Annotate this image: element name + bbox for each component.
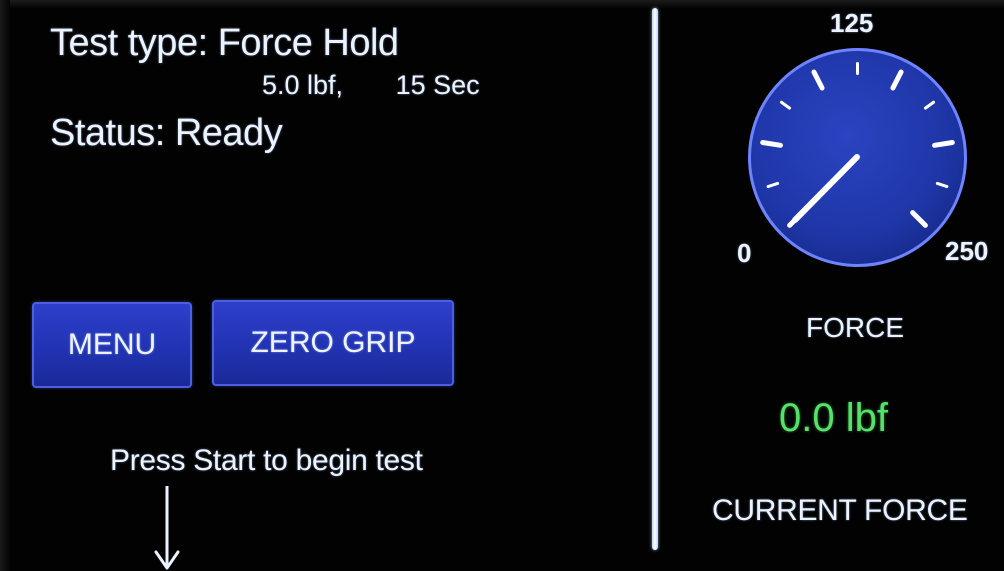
test-type-label: Test type: Force Hold [50, 22, 399, 64]
arrow-down-icon [154, 486, 180, 570]
screen-bezel-left [0, 0, 10, 571]
zero-grip-button[interactable]: ZERO GRIP [212, 300, 454, 386]
start-prompt: Press Start to begin test [110, 444, 423, 477]
screen-bezel-top [0, 0, 1004, 8]
status-label: Status: Ready [50, 112, 283, 154]
menu-button[interactable]: MENU [32, 302, 192, 388]
current-force-value: 0.0 lbf [779, 396, 888, 440]
current-force-caption: CURRENT FORCE [712, 494, 968, 527]
gauge-tick [932, 139, 955, 148]
gauge-mid-label: 125 [830, 8, 874, 38]
force-gauge [748, 48, 967, 267]
test-parameters: 5.0 lbf, 15 Sec [262, 70, 480, 100]
gauge-tick [760, 139, 783, 148]
instrument-screen: Test type: Force Hold 5.0 lbf, 15 Sec St… [0, 0, 1004, 571]
panel-divider [652, 8, 658, 550]
force-label: FORCE [806, 312, 904, 343]
